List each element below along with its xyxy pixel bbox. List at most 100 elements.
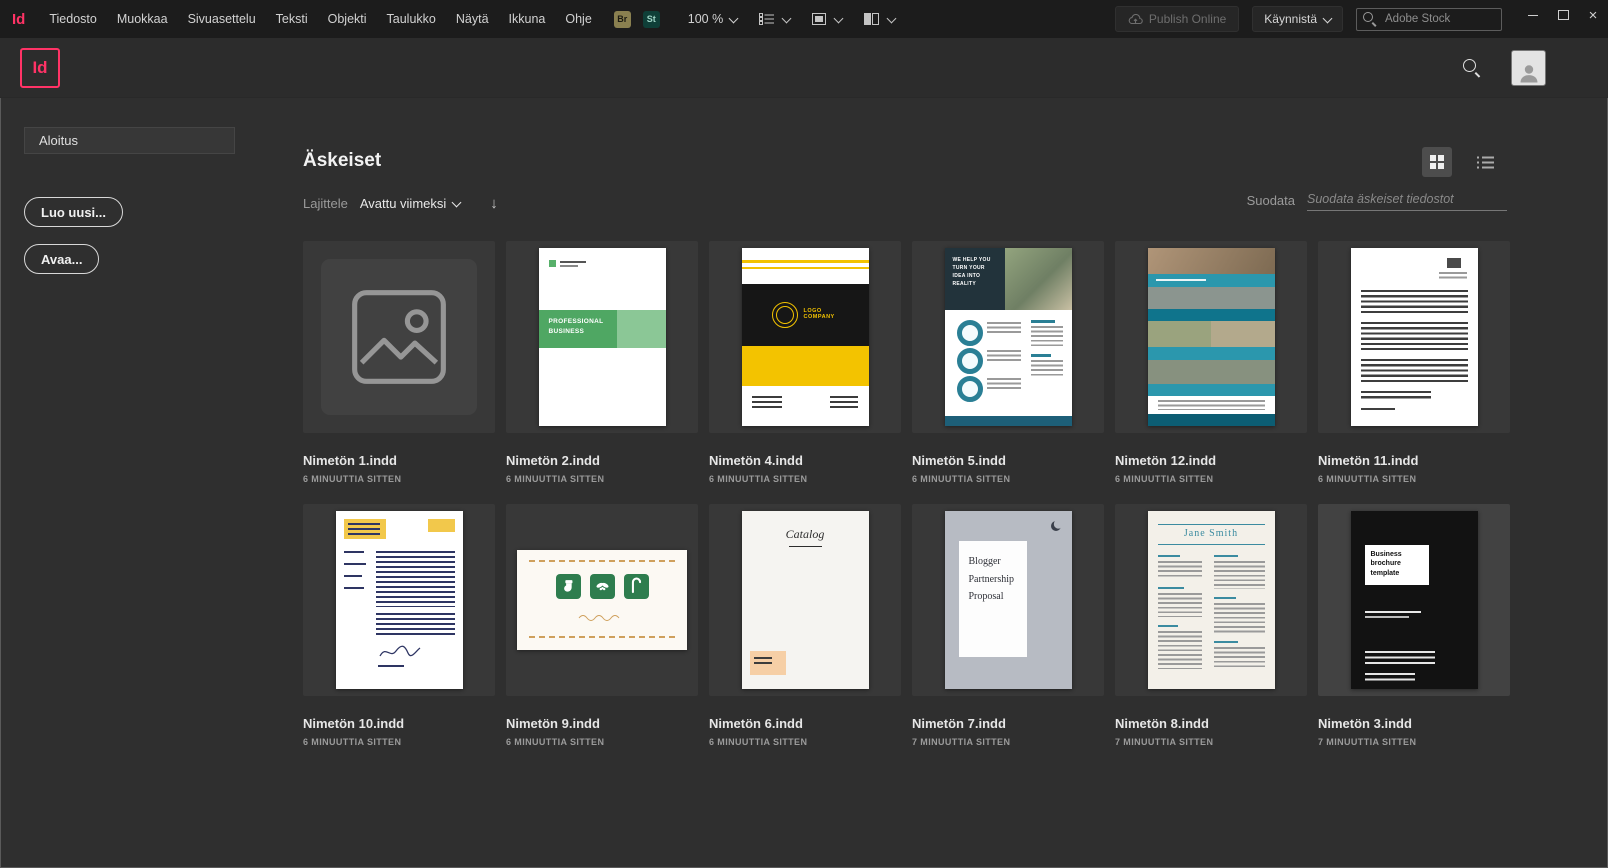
sort-direction-button[interactable]: ↓ [490,195,498,212]
file-modified-time: 6 MINUUTTIA SITTEN [506,474,605,484]
file-card-nimeton-8[interactable]: Jane Smith Nimetön 8.indd 7 MINUUTTIA SI… [1115,504,1307,747]
search-icon[interactable] [1463,58,1481,77]
thumb-title: LOGO COMPANY [803,308,835,320]
file-card-nimeton-11[interactable]: Nimetön 11.indd 6 MINUUTTIA SITTEN [1318,241,1510,484]
thumb-title: Blogger Partnership Proposal [958,541,1027,657]
photo-graphic [1147,360,1275,384]
file-card-nimeton-12[interactable]: Nimetön 12.indd 6 MINUUTTIA SITTEN [1115,241,1307,484]
launch-dropdown-button[interactable]: Käynnistä [1252,6,1343,32]
footer-band [944,416,1072,426]
close-button[interactable]: × [1578,0,1608,30]
text-lines-graphic [1157,631,1202,669]
file-thumbnail[interactable]: LOGO COMPANY [709,241,901,433]
thumb-title: Business brochure template [1364,545,1429,585]
bullet-circle [956,320,983,346]
menu-sivuasettelu[interactable]: Sivuasettelu [178,12,266,26]
chevron-down-icon [833,13,844,23]
list-view-button[interactable] [1470,147,1500,177]
file-card-nimeton-10[interactable]: Nimetön 10.indd 6 MINUUTTIA SITTEN [303,504,495,747]
image-placeholder [321,259,477,415]
file-card-nimeton-1[interactable]: Nimetön 1.indd 6 MINUUTTIA SITTEN [303,241,495,484]
file-thumbnail[interactable] [1115,241,1307,433]
view-options-button[interactable] [759,13,792,25]
file-thumbnail[interactable]: Catalog [709,504,901,696]
file-thumbnail[interactable]: Business brochure template [1318,504,1510,696]
rule-graphic [1157,544,1265,545]
file-name: Nimetön 7.indd [912,716,1006,731]
file-card-nimeton-2[interactable]: PROFESSIONAL BUSINESS Nimetön 2.indd 6 M… [506,241,698,484]
band-graphic [616,310,666,348]
filter-row: Suodata [1247,192,1507,211]
text-lines-graphic [751,396,782,408]
menu-taulukko[interactable]: Taulukko [377,12,446,26]
filter-label: Suodata [1246,193,1295,208]
file-card-nimeton-6[interactable]: Catalog Nimetön 6.indd 6 MINUUTTIA SITTE… [709,504,901,747]
maximize-button[interactable] [1548,0,1578,30]
heading-line [1157,625,1178,628]
text-lines-graphic [986,350,1021,362]
sort-dropdown[interactable]: Avattu viimeksi [360,196,462,211]
text-line-graphic [559,265,578,267]
grid-view-button[interactable] [1422,147,1452,177]
file-thumbnail[interactable] [506,504,698,696]
recent-files-grid: Nimetön 1.indd 6 MINUUTTIA SITTEN PROFES… [303,241,1510,747]
file-thumbnail[interactable] [1318,241,1510,433]
file-thumbnail[interactable]: PROFESSIONAL BUSINESS [506,241,698,433]
menu-teksti[interactable]: Teksti [266,12,318,26]
zoom-control[interactable]: 100 % [688,12,739,26]
heading-line [1213,555,1238,558]
publish-online-label: Publish Online [1148,12,1227,26]
screen-mode-button[interactable] [812,13,844,25]
publish-online-button[interactable]: Publish Online [1114,6,1240,32]
footer-band [1147,414,1275,426]
filter-input[interactable] [1307,192,1507,211]
text-lines-graphic [1213,647,1265,669]
menu-nayta[interactable]: Näytä [446,12,499,26]
file-name: Nimetön 5.indd [912,453,1006,468]
menu-ohje[interactable]: Ohje [555,12,601,26]
thumbnail-cover-letter [1350,248,1478,426]
user-avatar[interactable] [1511,49,1546,86]
stocking-icon [555,574,581,599]
file-thumbnail[interactable] [303,241,495,433]
file-card-nimeton-4[interactable]: LOGO COMPANY Nimetön 4.indd 6 MINUUTTIA … [709,241,901,484]
file-card-nimeton-9[interactable]: Nimetön 9.indd 6 MINUUTTIA SITTEN [506,504,698,747]
adobe-stock-search-input[interactable] [1383,12,1495,26]
text-lines-graphic [1157,593,1202,617]
minimize-button[interactable] [1518,0,1548,30]
menu-tiedosto[interactable]: Tiedosto [39,12,106,26]
contact-line [343,587,364,591]
file-name: Nimetön 4.indd [709,453,803,468]
photo-graphic [1210,321,1275,347]
candy-cane-icon [623,574,649,599]
band-graphic [1147,309,1275,321]
menu-muokkaa[interactable]: Muokkaa [107,12,178,26]
file-thumbnail[interactable]: Blogger Partnership Proposal [912,504,1104,696]
arrange-documents-button[interactable] [864,13,897,25]
file-name: Nimetön 11.indd [1318,453,1419,468]
file-modified-time: 6 MINUUTTIA SITTEN [709,474,808,484]
chevron-down-icon [781,13,792,23]
file-thumbnail[interactable]: WE HELP YOU TURN YOUR IDEA INTO REALITY [912,241,1104,433]
menu-ikkuna[interactable]: Ikkuna [499,12,556,26]
screen-mode-icon [812,13,827,25]
heading-line [1213,641,1238,644]
text-lines-graphic [347,523,380,536]
text-lines-graphic [829,396,858,408]
file-name: Nimetön 9.indd [506,716,600,731]
file-card-nimeton-3[interactable]: Business brochure template Nimetön 3.ind… [1318,504,1510,747]
file-card-nimeton-7[interactable]: Blogger Partnership Proposal Nimetön 7.i… [912,504,1104,747]
file-card-nimeton-5[interactable]: WE HELP YOU TURN YOUR IDEA INTO REALITY … [912,241,1104,484]
logo-mark [548,260,556,267]
file-modified-time: 6 MINUUTTIA SITTEN [1318,474,1417,484]
adobe-stock-search[interactable] [1356,7,1502,31]
menu-objekti[interactable]: Objekti [318,12,377,26]
file-thumbnail[interactable] [303,504,495,696]
stock-badge-icon[interactable]: St [642,10,660,28]
file-thumbnail[interactable]: Jane Smith [1115,504,1307,696]
file-modified-time: 6 MINUUTTIA SITTEN [506,737,605,747]
text-lines-graphic [1438,272,1467,280]
bridge-icon[interactable]: Br [613,10,631,28]
file-modified-time: 7 MINUUTTIA SITTEN [1115,737,1214,747]
view-toggles [1422,147,1500,177]
